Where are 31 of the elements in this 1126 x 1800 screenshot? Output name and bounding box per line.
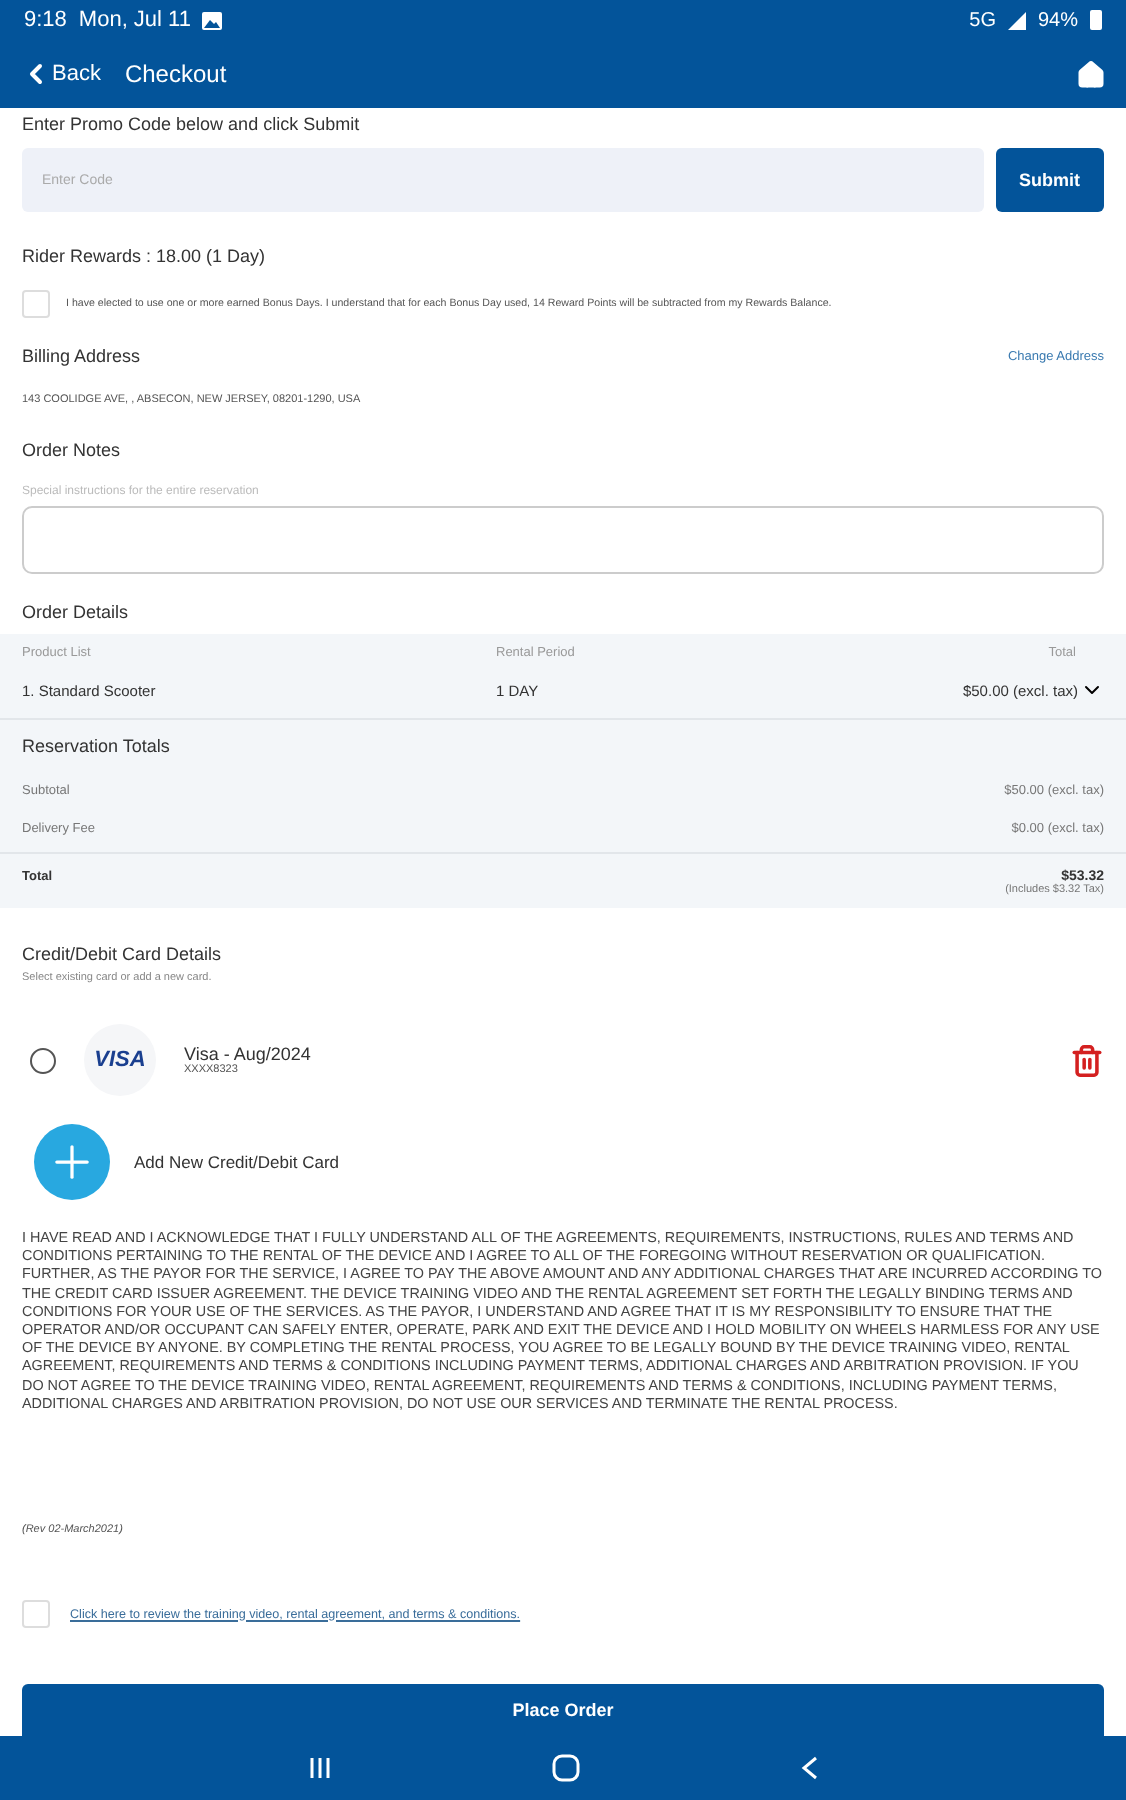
status-date: Mon, Jul 11 (78, 8, 191, 32)
bonus-days-checkbox[interactable] (22, 290, 50, 318)
gallery-icon (202, 11, 223, 29)
network-type: 5G (969, 9, 996, 31)
rewards-label: Rider Rewards : 18.00 (1 Day) (22, 246, 266, 266)
battery-icon (1090, 10, 1102, 30)
billing-title: Billing Address (22, 346, 141, 366)
terms-checkbox[interactable] (22, 1600, 50, 1629)
page-title: Checkout (124, 60, 227, 88)
order-details-title: Order Details (22, 602, 129, 622)
notes-title: Order Notes (22, 440, 121, 460)
promo-label: Enter Promo Code below and click Submit (22, 114, 360, 134)
signal-icon (1007, 11, 1026, 29)
status-time: 9:18 (24, 8, 67, 32)
submit-button[interactable]: Submit (995, 148, 1104, 212)
home-nav-icon[interactable] (551, 1754, 579, 1782)
home-icon[interactable] (1076, 59, 1106, 89)
recent-apps-icon[interactable] (307, 1756, 331, 1780)
card-radio[interactable] (30, 1047, 56, 1073)
cards-title: Credit/Debit Card Details (22, 944, 222, 964)
card-name: Visa - Aug/2024 (184, 1044, 313, 1064)
order-notes-field[interactable] (22, 506, 1104, 574)
back-button[interactable]: Back (20, 58, 101, 90)
add-card-button[interactable] (34, 1124, 110, 1200)
card-brand-logo: VISA (84, 1024, 156, 1096)
reservation-totals-title: Reservation Totals (22, 736, 172, 756)
place-order-button[interactable]: Place Order (22, 1684, 1104, 1736)
battery-level: 94% (1037, 9, 1078, 31)
back-nav-icon[interactable] (799, 1756, 819, 1780)
add-card-label[interactable]: Add New Credit/Debit Card (134, 1152, 340, 1172)
delete-icon[interactable] (1070, 1043, 1104, 1077)
